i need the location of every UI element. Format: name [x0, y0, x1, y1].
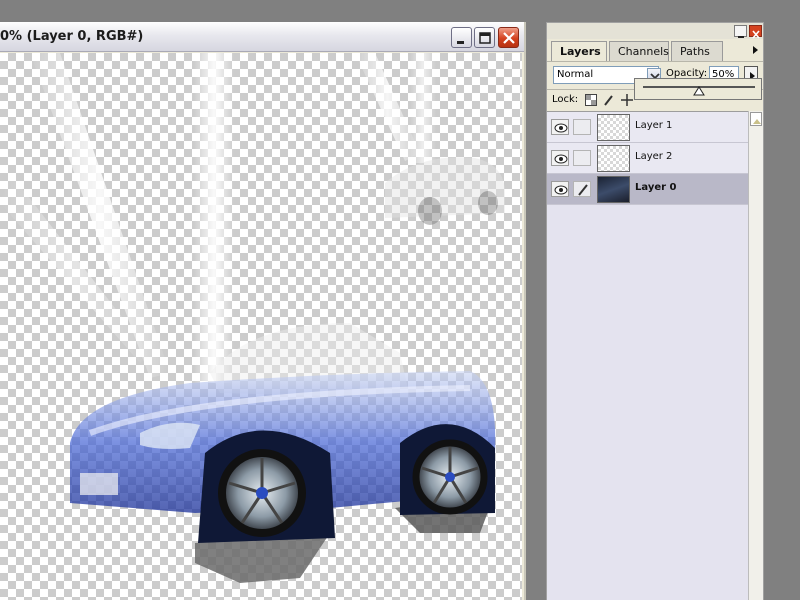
- image-canvas[interactable]: [0, 53, 522, 600]
- tab-channels[interactable]: Channels: [609, 41, 669, 61]
- opacity-slider-popup: [634, 78, 762, 100]
- car-artwork: [0, 53, 505, 583]
- layer-thumbnail: [597, 145, 630, 172]
- layer-name: Layer 0: [635, 182, 677, 193]
- tab-paths[interactable]: Paths: [671, 41, 723, 61]
- layer-brush-indicator[interactable]: [573, 181, 591, 197]
- palette-titlebar[interactable]: [547, 23, 763, 39]
- layer-thumbnail: [597, 114, 630, 141]
- layer-link-toggle[interactable]: [573, 119, 591, 135]
- eye-icon: [554, 185, 568, 195]
- layer-thumbnail: [597, 176, 630, 203]
- layer-name: Layer 2: [635, 151, 673, 162]
- maximize-button[interactable]: [474, 27, 495, 48]
- minimize-icon: [457, 41, 464, 44]
- layer-visibility-toggle[interactable]: [551, 181, 569, 197]
- close-button[interactable]: [498, 27, 519, 48]
- layer-link-toggle[interactable]: [573, 150, 591, 166]
- eye-icon: [554, 154, 568, 164]
- small-car-reflection: [385, 157, 505, 225]
- palette-menu-button[interactable]: [748, 43, 762, 57]
- minimize-button[interactable]: [451, 27, 472, 48]
- layers-palette: Layers Channels Paths Normal Opacity: 50…: [546, 22, 764, 600]
- arrow-right-icon: [753, 46, 758, 54]
- palette-tabs: Layers Channels Paths: [547, 39, 763, 62]
- eye-icon: [554, 123, 568, 133]
- tab-layers[interactable]: Layers: [551, 41, 607, 62]
- brush-icon: [578, 184, 588, 196]
- layer-visibility-toggle[interactable]: [551, 150, 569, 166]
- blend-mode-value: Normal: [557, 69, 594, 80]
- palette-minimize-button[interactable]: [734, 25, 747, 38]
- layer-row-layer-1[interactable]: Layer 1: [547, 112, 748, 143]
- palette-close-button[interactable]: [749, 25, 762, 39]
- chevron-up-icon: [753, 119, 761, 124]
- document-titlebar[interactable]: 0% (Layer 0, RGB#): [0, 22, 524, 52]
- opacity-slider-thumb[interactable]: [693, 86, 705, 96]
- layer-name: Layer 1: [635, 120, 673, 131]
- close-icon: [503, 32, 515, 44]
- document-title: 0% (Layer 0, RGB#): [0, 29, 144, 44]
- layers-list: Layer 1 Layer 2 Layer 0: [547, 111, 748, 600]
- layer-row-layer-0[interactable]: Layer 0: [547, 174, 748, 205]
- light-beam: [30, 53, 170, 378]
- light-beam: [410, 53, 436, 163]
- lock-label: Lock:: [552, 94, 579, 105]
- lock-move-icon[interactable]: [621, 94, 633, 106]
- light-beam: [194, 53, 234, 383]
- brush-icon[interactable]: [603, 94, 615, 106]
- layer-visibility-toggle[interactable]: [551, 119, 569, 135]
- lock-transparency-icon[interactable]: [585, 94, 597, 106]
- scroll-up-button[interactable]: [750, 112, 762, 126]
- license-plate: [80, 473, 118, 495]
- layer-row-layer-2[interactable]: Layer 2: [547, 143, 748, 174]
- document-window: 0% (Layer 0, RGB#): [0, 22, 526, 600]
- maximize-icon: [479, 32, 491, 44]
- layers-scrollbar[interactable]: [748, 111, 763, 600]
